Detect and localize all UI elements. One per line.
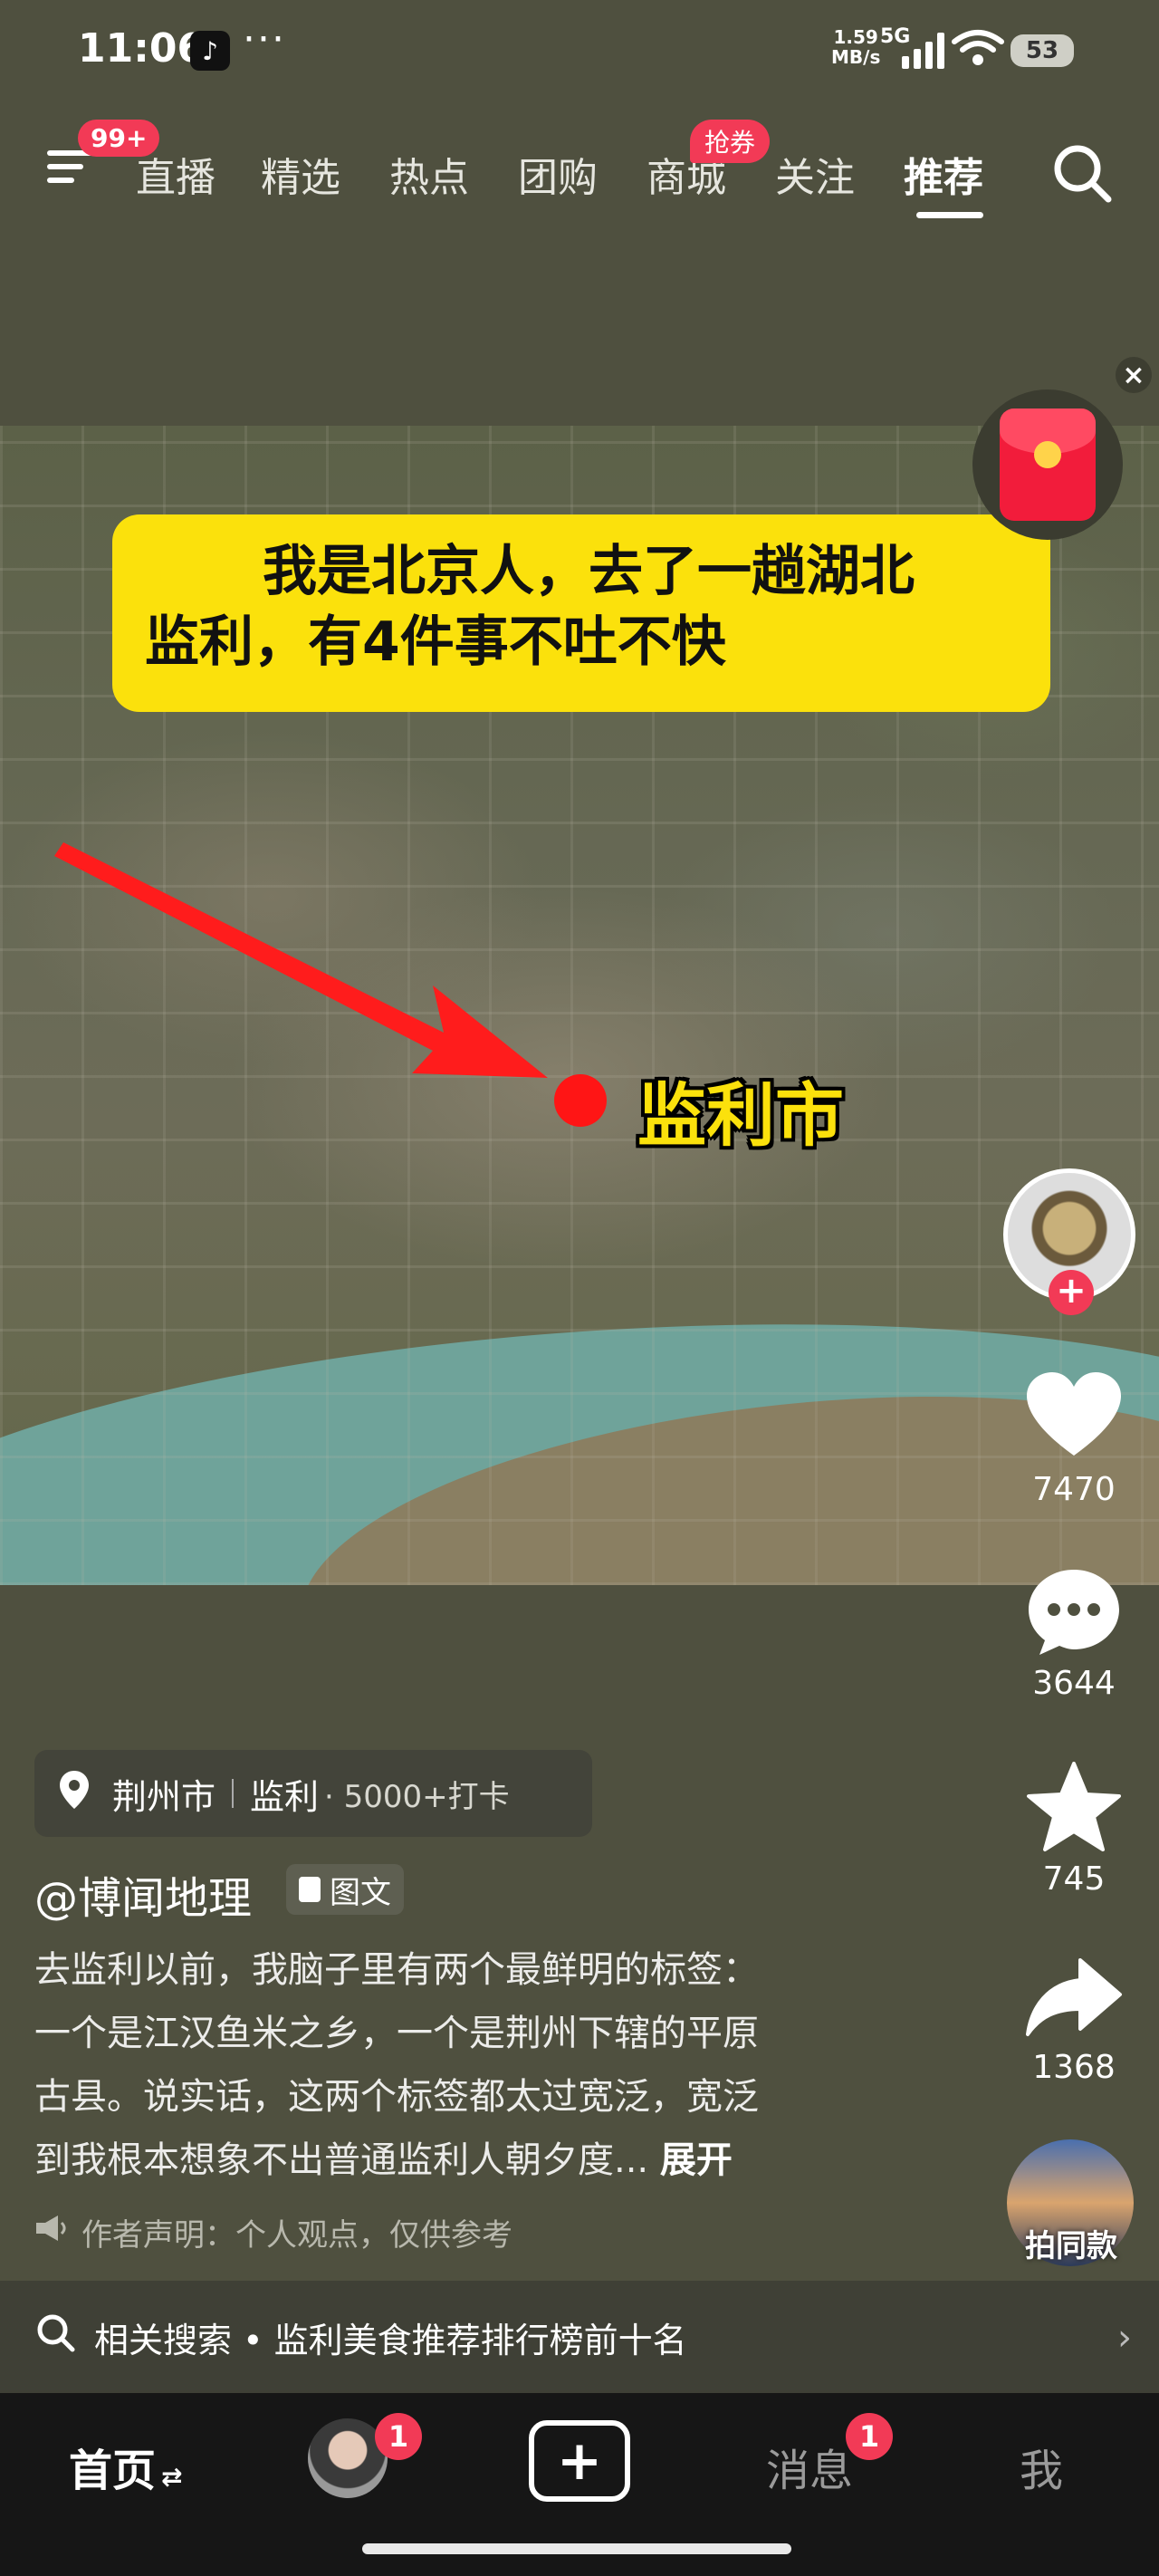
- author-name[interactable]: @博闻地理: [34, 1862, 252, 1926]
- search-icon[interactable]: [1050, 141, 1116, 210]
- location-checkins: · 5000+打卡: [324, 1778, 510, 1815]
- tab-hot[interactable]: 热点: [389, 145, 469, 203]
- city-marker-dot: [554, 1074, 607, 1127]
- headline-line-1: 我是北京人，去了一趟湖北: [263, 540, 915, 603]
- headline-line-2: 监利，有4件事不吐不快: [145, 610, 726, 674]
- nav-home-label: 首页: [69, 2446, 157, 2496]
- switch-icon: ⇄: [161, 2462, 183, 2492]
- expand-link[interactable]: 展开: [660, 2139, 733, 2181]
- messages-badge: 1: [846, 2413, 893, 2460]
- network-speed: 1.59 MB/s: [831, 27, 880, 67]
- favorite-star-icon[interactable]: [1020, 1757, 1128, 1857]
- red-arrow-graphic: [54, 842, 548, 1078]
- location-city: 荆州市: [112, 1776, 216, 1817]
- red-packet-icon[interactable]: [972, 389, 1123, 540]
- tiktok-notification-icon: ♪: [190, 31, 230, 71]
- city-label: 监利市: [637, 1075, 844, 1156]
- disclaimer-text: 作者声明：个人观点，仅供参考: [81, 2217, 512, 2254]
- tab-following[interactable]: 关注: [775, 145, 855, 203]
- tab-featured[interactable]: 精选: [261, 145, 340, 203]
- post-type-label: 图文: [330, 1874, 391, 1911]
- tab-recommended[interactable]: 推荐: [904, 145, 983, 203]
- location-pin-icon: [58, 1769, 91, 1819]
- home-indicator[interactable]: [362, 2543, 791, 2554]
- network-speed-value: 1.59: [833, 26, 878, 48]
- share-icon[interactable]: [1020, 1947, 1128, 2047]
- author-disclaimer: 作者声明：个人观点，仅供参考: [34, 2210, 512, 2254]
- tab-group-buy[interactable]: 团购: [518, 145, 598, 203]
- post-description[interactable]: 去监利以前，我脑子里有两个最鲜明的标签： 一个是江汉鱼米之乡，一个是荆州下辖的平…: [34, 1938, 886, 2192]
- megaphone-icon: [34, 2214, 69, 2251]
- image-text-icon: [299, 1877, 321, 1902]
- status-time: 11:06: [78, 25, 206, 72]
- tab-live[interactable]: 直播: [136, 145, 216, 203]
- nav-home[interactable]: 首页 ⇄: [69, 2435, 182, 2498]
- chevron-right-icon: ›: [1117, 2317, 1132, 2359]
- like-count: 7470: [1032, 1471, 1116, 1508]
- like-icon[interactable]: [1020, 1366, 1128, 1466]
- menu-icon[interactable]: [47, 150, 96, 187]
- favorite-count: 745: [1042, 1860, 1106, 1898]
- nav-messages[interactable]: 消息: [766, 2435, 853, 2498]
- post-type-tag: 图文: [286, 1864, 404, 1915]
- location-place: 监利: [250, 1776, 320, 1817]
- nav-me[interactable]: 我: [1020, 2435, 1063, 2498]
- signal-icon: [902, 31, 947, 69]
- description-line: 古县。说实话，这两个标签都太过宽泛，宽泛: [34, 2076, 759, 2118]
- network-speed-unit: MB/s: [831, 46, 881, 68]
- active-tab-indicator: [916, 212, 983, 218]
- more-notifications-icon: ···: [243, 16, 286, 62]
- video-headline: 我是北京人，去了一趟湖北 监利，有4件事不吐不快: [112, 514, 1050, 712]
- friends-badge: 1: [375, 2413, 422, 2460]
- related-search-bar[interactable]: 相关搜索 • 监利美食推荐排行榜前十名 ›: [0, 2281, 1159, 2393]
- description-line: 到我根本想象不出普通监利人朝夕度...: [34, 2139, 649, 2181]
- mall-coupon-badge: 抢券: [690, 120, 771, 163]
- share-count: 1368: [1032, 2049, 1116, 2086]
- search-icon: [36, 2313, 76, 2361]
- comment-icon[interactable]: [1020, 1562, 1128, 1661]
- same-style-label[interactable]: 拍同款: [996, 2221, 1146, 2265]
- comment-count: 3644: [1032, 1665, 1116, 1702]
- wifi-icon: [951, 29, 1005, 71]
- create-button[interactable]: +: [529, 2420, 630, 2502]
- follow-plus-icon[interactable]: +: [1049, 1270, 1094, 1315]
- related-search-text: 相关搜索 • 监利美食推荐排行榜前十名: [94, 2320, 687, 2360]
- description-line: 一个是江汉鱼米之乡，一个是荆州下辖的平原: [34, 2013, 759, 2054]
- location-chip[interactable]: 荆州市 监利 · 5000+打卡: [34, 1750, 592, 1837]
- location-separator: [232, 1779, 235, 1808]
- close-icon[interactable]: ×: [1116, 357, 1152, 393]
- battery-icon: 53: [1011, 34, 1074, 67]
- description-line: 去监利以前，我脑子里有两个最鲜明的标签：: [34, 1949, 759, 1991]
